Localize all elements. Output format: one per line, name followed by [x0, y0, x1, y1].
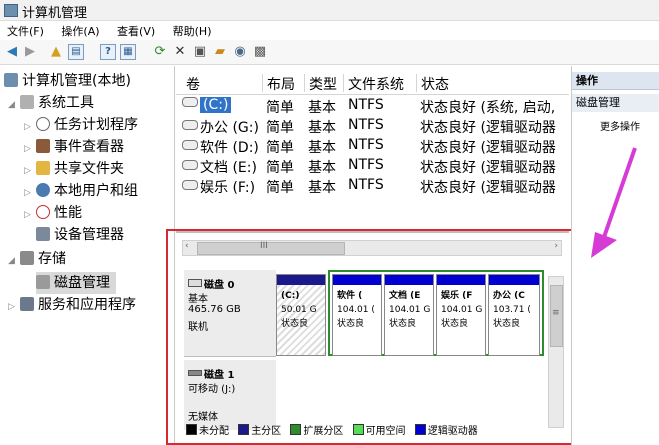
column-status[interactable]: 状态 — [416, 74, 449, 93]
disk-management-icon — [36, 275, 50, 289]
refresh-icon[interactable]: ⟳ — [152, 44, 168, 60]
annotation-arrow-icon — [591, 147, 637, 258]
volume-row[interactable]: 文档 (E:) 简单 基本 NTFS 状态良好 (逻辑驱动器 — [176, 156, 569, 176]
collapsed-arrow-icon[interactable]: ▷ — [8, 296, 20, 318]
disk-properties-icon[interactable]: ▣ — [192, 44, 208, 60]
volume-name: 娱乐 (F:) — [182, 177, 255, 197]
drive-icon — [182, 160, 198, 170]
tree-local-users[interactable]: ▷ 本地用户和组 — [24, 180, 138, 202]
volume-layout: 简单 — [266, 100, 294, 116]
up-folder-icon[interactable]: ▲ — [48, 44, 64, 60]
actions-section-disk-management[interactable]: 磁盘管理 — [572, 94, 659, 112]
volume-status: 状态良好 (逻辑驱动器 — [420, 140, 556, 156]
volume-row[interactable]: 软件 (D:) 简单 基本 NTFS 状态良好 (逻辑驱动器 — [176, 136, 569, 156]
column-type[interactable]: 类型 — [304, 74, 337, 93]
menu-action[interactable]: 操作(A) — [54, 21, 106, 41]
menu-file[interactable]: 文件(F) — [0, 21, 51, 41]
services-icon — [20, 297, 34, 311]
tree-shared-folders[interactable]: ▷ 共享文件夹 — [24, 158, 124, 180]
volume-type: 基本 — [308, 160, 336, 176]
collapsed-arrow-icon[interactable]: ▷ — [24, 160, 36, 182]
volume-row[interactable]: 办公 (G:) 简单 基本 NTFS 状态良好 (逻辑驱动器 — [176, 116, 569, 136]
tree-root[interactable]: 计算机管理(本地) — [4, 70, 131, 92]
tree-disk-management[interactable]: 磁盘管理 — [36, 272, 116, 294]
device-manager-icon — [36, 227, 50, 241]
drive-icon — [182, 140, 198, 150]
volume-status: 状态良好 (逻辑驱动器 — [420, 180, 556, 196]
forward-icon[interactable]: ▶ — [22, 44, 38, 60]
volume-name: (C:) — [182, 97, 232, 113]
storage-icon — [20, 251, 34, 265]
open-folder-icon[interactable]: ▰ — [212, 44, 228, 60]
volume-name: 文档 (E:) — [182, 157, 257, 177]
volume-layout: 简单 — [266, 140, 294, 156]
volume-layout: 简单 — [266, 120, 294, 136]
tree-system-tools[interactable]: ◢ 系统工具 — [8, 92, 94, 114]
computer-management-icon — [4, 4, 18, 17]
collapsed-arrow-icon[interactable]: ▷ — [24, 116, 36, 138]
volume-filesystem: NTFS — [348, 177, 384, 193]
volume-row[interactable]: 娱乐 (F:) 简单 基本 NTFS 状态良好 (逻辑驱动器 — [176, 176, 569, 196]
volume-status: 状态良好 (逻辑驱动器 — [420, 120, 556, 136]
volume-type: 基本 — [308, 140, 336, 156]
drive-icon — [182, 180, 198, 190]
title-bar: 计算机管理 — [0, 0, 659, 21]
volume-type: 基本 — [308, 180, 336, 196]
volume-layout: 简单 — [266, 180, 294, 196]
delete-icon[interactable]: ✕ — [172, 44, 188, 60]
volume-name: 办公 (G:) — [182, 117, 259, 137]
tree-storage[interactable]: ◢ 存储 — [8, 248, 66, 270]
show-hide-tree-icon[interactable]: ▤ — [68, 44, 84, 60]
annotation-highlight-box — [166, 229, 578, 445]
event-viewer-icon — [36, 139, 50, 153]
properties-icon[interactable]: ▦ — [120, 44, 136, 60]
collapsed-arrow-icon[interactable]: ▷ — [24, 182, 36, 204]
computer-icon — [4, 73, 18, 87]
menu-help[interactable]: 帮助(H) — [166, 21, 219, 41]
column-volume[interactable]: 卷 — [182, 74, 200, 93]
collapsed-arrow-icon[interactable]: ▷ — [24, 204, 36, 226]
volume-type: 基本 — [308, 100, 336, 116]
toolbar: ◀ ▶ ▲ ▤ ? ▦ ⟳ ✕ ▣ ▰ ◉ ▩ — [0, 40, 659, 65]
volume-filesystem: NTFS — [348, 117, 384, 133]
expanded-arrow-icon[interactable]: ◢ — [8, 94, 20, 116]
volume-name: 软件 (D:) — [182, 137, 259, 157]
volume-type: 基本 — [308, 120, 336, 136]
users-icon — [36, 183, 50, 197]
volume-row[interactable]: (C:) 简单 基本 NTFS 状态良好 (系统, 启动, — [176, 96, 569, 116]
volume-status: 状态良好 (逻辑驱动器 — [420, 160, 556, 176]
collapsed-arrow-icon[interactable]: ▷ — [24, 138, 36, 160]
tree-performance[interactable]: ▷ 性能 — [24, 202, 82, 224]
volume-filesystem: NTFS — [348, 97, 384, 113]
tools-icon — [20, 95, 34, 109]
window-title: 计算机管理 — [22, 6, 88, 21]
menu-bar: 文件(F) 操作(A) 查看(V) 帮助(H) — [0, 21, 659, 39]
column-filesystem[interactable]: 文件系统 — [343, 74, 404, 93]
expanded-arrow-icon[interactable]: ◢ — [8, 250, 20, 272]
drive-icon — [182, 97, 198, 107]
tree-device-manager[interactable]: 设备管理器 — [36, 224, 124, 246]
more-actions-link[interactable]: 更多操作 — [600, 118, 640, 133]
tree-task-scheduler[interactable]: ▷ 任务计划程序 — [24, 114, 138, 136]
volume-status: 状态良好 (系统, 启动, — [420, 100, 556, 116]
drive-icon — [182, 120, 198, 130]
volume-filesystem: NTFS — [348, 137, 384, 153]
tree-event-viewer[interactable]: ▷ 事件查看器 — [24, 136, 124, 158]
performance-icon — [36, 205, 50, 219]
shared-folder-icon — [36, 161, 50, 175]
tree-services[interactable]: ▷ 服务和应用程序 — [8, 294, 136, 316]
volume-filesystem: NTFS — [348, 157, 384, 173]
clock-icon — [36, 117, 50, 131]
navigation-tree: 计算机管理(本地) ◢ 系统工具 ▷ 任务计划程序 ▷ 事件查看器 ▷ 共享文件夹 ▷ 本… — [0, 66, 175, 445]
volume-layout: 简单 — [266, 160, 294, 176]
help-icon[interactable]: ? — [100, 44, 116, 60]
volume-list-header: 卷 布局 类型 文件系统 状态 — [176, 72, 569, 95]
settings-icon[interactable]: ▩ — [252, 44, 268, 60]
menu-view[interactable]: 查看(V) — [110, 21, 162, 41]
column-layout[interactable]: 布局 — [262, 74, 295, 93]
actions-header: 操作 — [572, 72, 659, 90]
back-icon[interactable]: ◀ — [4, 44, 20, 60]
search-icon[interactable]: ◉ — [232, 44, 248, 60]
